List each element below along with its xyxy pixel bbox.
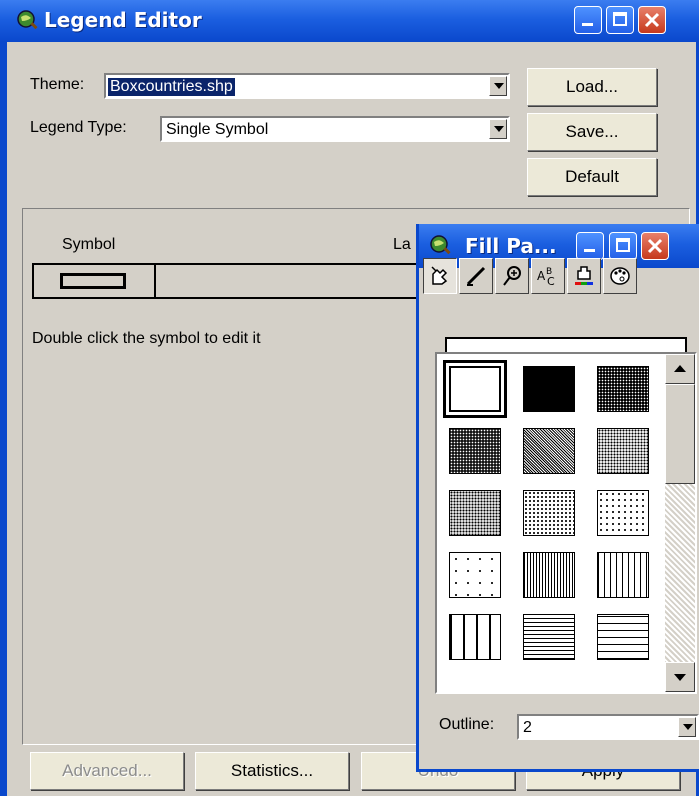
pattern-grid [437,354,665,692]
maximize-icon [616,238,630,252]
chevron-down-icon[interactable] [489,76,507,96]
font-palette-icon: A BC [537,267,555,288]
minimize-button[interactable] [574,6,602,34]
symbol-swatch[interactable] [60,273,126,289]
pattern-swatch[interactable] [523,614,575,660]
legend-table-row[interactable] [32,263,432,299]
close-icon [644,12,660,28]
pen-palette-tab[interactable] [459,258,493,294]
font-palette-tab[interactable]: ABC [531,258,565,294]
window-frame-left [0,42,7,796]
scroll-down-button[interactable] [665,662,695,692]
pattern-list[interactable] [435,352,697,694]
pattern-swatch[interactable] [597,428,649,474]
edit-hint: Double click the symbol to edit it [32,330,261,347]
fill-palette-tab[interactable] [423,258,457,294]
pattern-swatch[interactable] [449,428,501,474]
label-column-header: La [393,236,411,253]
minimize-icon [582,23,593,26]
pattern-scrollbar[interactable] [665,354,695,692]
palette-close-button[interactable] [641,232,669,260]
pattern-swatch[interactable] [523,490,575,536]
default-button[interactable]: Default [527,158,657,196]
pattern-swatch[interactable] [597,490,649,536]
minimize-icon [584,249,595,252]
chevron-up-icon [674,365,686,372]
pattern-swatch[interactable] [597,552,649,598]
legend-type-dropdown[interactable]: Single Symbol [160,116,510,142]
color-palette-icon [575,266,593,285]
symbol-column-header: Symbol [62,236,116,253]
pattern-swatch[interactable] [449,552,501,598]
pattern-swatch[interactable] [597,366,649,412]
scroll-up-button[interactable] [665,354,695,384]
close-icon [647,238,663,254]
outline-value: 2 [523,719,532,736]
svg-text:A: A [537,269,546,283]
color-palette-tab[interactable] [567,258,601,294]
outline-dropdown[interactable]: 2 [517,714,699,740]
legend-type-value: Single Symbol [166,121,269,138]
palette-maximize-button[interactable] [609,232,637,260]
pattern-swatch[interactable] [443,360,507,418]
pattern-swatch[interactable] [449,490,501,536]
arcview-globe-icon [17,10,38,30]
arcview-globe-icon [430,235,451,255]
palette-title: Fill Pa... [465,234,557,258]
legend-type-label: Legend Type: [30,119,127,136]
window-title: Legend Editor [44,8,202,32]
fill-palette-icon [431,266,448,285]
theme-dropdown[interactable]: Boxcountries.shp [104,73,510,99]
outline-label: Outline: [439,716,495,733]
statistics-button[interactable]: Statistics... [195,752,349,790]
maximize-icon [613,12,627,26]
symbol-cell[interactable] [34,265,156,297]
maximize-button[interactable] [606,6,634,34]
chevron-down-icon[interactable] [678,717,696,737]
chevron-down-icon[interactable] [489,119,507,139]
chevron-down-icon [674,674,686,681]
legend-editor-titlebar[interactable]: Legend Editor [0,0,699,42]
fill-palette-window: Fill Pa... ABC Outline: 2 [416,224,699,772]
pattern-swatch[interactable] [449,614,501,660]
load-button[interactable]: Load... [527,68,657,106]
pen-palette-icon [466,266,486,286]
svg-text:C: C [547,275,555,288]
marker-palette-icon [503,266,521,286]
palette-manager-icon [610,267,630,285]
pattern-swatch[interactable] [523,428,575,474]
pattern-swatch[interactable] [523,552,575,598]
palette-manager-tab[interactable] [603,258,637,294]
pattern-swatch[interactable] [597,614,649,660]
palette-toolbar: ABC [423,258,699,296]
pattern-swatch[interactable] [523,366,575,412]
scroll-thumb[interactable] [665,384,695,484]
marker-palette-tab[interactable] [495,258,529,294]
close-button[interactable] [638,6,666,34]
theme-value: Boxcountries.shp [107,77,236,97]
advanced-button[interactable]: Advanced... [30,752,184,790]
theme-label: Theme: [30,76,85,93]
save-button[interactable]: Save... [527,113,657,151]
palette-minimize-button[interactable] [576,232,604,260]
